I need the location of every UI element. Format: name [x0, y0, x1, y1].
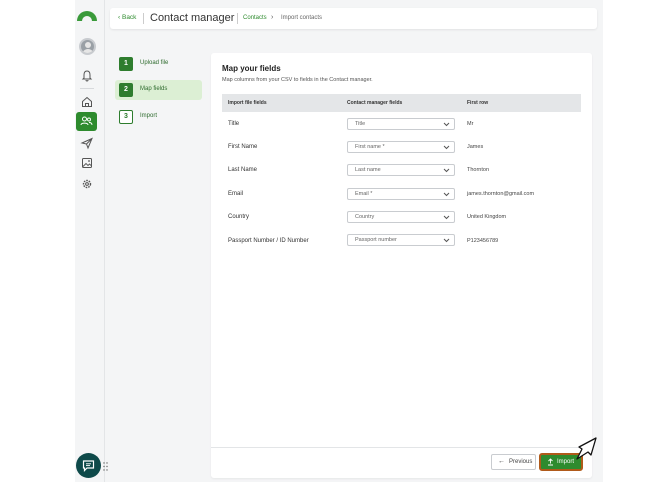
home-icon[interactable] [80, 95, 94, 109]
back-label: Back [121, 14, 137, 21]
avatar[interactable] [79, 38, 96, 55]
step-upload-file[interactable]: 1 Upload file [115, 54, 202, 74]
chevron-down-icon [443, 122, 450, 127]
import-field-label: Last Name [228, 167, 258, 173]
top-bar: ‹ Back Contact manager Contacts › Import… [110, 8, 597, 29]
select-value: Email * [355, 191, 373, 197]
send-icon[interactable] [80, 136, 94, 150]
import-field-label: Title [228, 121, 240, 127]
first-row-value: P123456789 [467, 238, 499, 244]
step-map-fields[interactable]: 2 Map fields [115, 80, 202, 100]
field-mapping-select[interactable]: Country [347, 211, 455, 223]
select-value: Country [355, 214, 375, 220]
title-divider [143, 13, 144, 24]
rail-divider [80, 88, 94, 89]
settings-icon[interactable] [80, 177, 94, 191]
chat-button[interactable] [76, 453, 101, 478]
contacts-icon[interactable] [76, 112, 97, 131]
field-mapping-select[interactable]: First name * [347, 141, 455, 153]
field-mapping-select[interactable]: Title [347, 118, 455, 130]
step-number: 2 [119, 83, 133, 97]
breadcrumb-current: Import contacts [281, 15, 323, 21]
first-row-value: Thornton [467, 167, 490, 173]
import-field-label: First Name [228, 144, 258, 150]
column-header: First row [467, 100, 489, 106]
arrow-left-icon: ← [498, 458, 505, 465]
field-mapping-select[interactable]: Email * [347, 188, 455, 200]
footer-divider [211, 447, 592, 448]
first-row-value: Mr [467, 121, 474, 127]
chevron-down-icon [443, 215, 450, 220]
chevron-down-icon [443, 238, 450, 243]
chevron-down-icon [443, 145, 450, 150]
logo-icon [77, 11, 97, 21]
column-header: Contact manager fields [347, 100, 403, 106]
import-label: Import [557, 459, 575, 465]
map-fields-panel: Map your fields Map columns from your CS… [211, 53, 592, 478]
back-link[interactable]: ‹ Back [118, 14, 136, 21]
bell-icon[interactable] [80, 69, 94, 83]
step-label: Upload file [140, 60, 169, 66]
select-value: Title [355, 121, 366, 127]
drag-handle-icon[interactable] [103, 462, 108, 471]
table-header: Import file fields Contact manager field… [222, 94, 581, 112]
import-field-label: Country [228, 214, 250, 220]
chevron-down-icon [443, 192, 450, 197]
import-field-label: Email [228, 191, 244, 197]
first-row-value: United Kingdom [467, 214, 507, 220]
field-mapping-select[interactable]: Passport number [347, 234, 455, 246]
page-title: Contact manager [150, 12, 235, 24]
first-row-value: James [467, 144, 484, 150]
breadcrumb-contacts[interactable]: Contacts [243, 15, 267, 21]
step-import[interactable]: 3 Import [115, 107, 202, 127]
step-label: Import [140, 113, 158, 119]
mouse-cursor-icon [576, 437, 597, 460]
select-value: Last name [355, 167, 381, 173]
select-value: Passport number [355, 237, 397, 243]
import-field-label: Passport Number / ID Number [228, 238, 309, 244]
panel-subtitle: Map columns from your CSV to fields in t… [222, 77, 373, 83]
previous-button[interactable]: ← Previous [491, 454, 536, 470]
previous-label: Previous [509, 459, 533, 465]
select-value: First name * [355, 144, 385, 150]
chevron-down-icon [443, 168, 450, 173]
step-number: 1 [119, 57, 133, 71]
upload-icon [548, 458, 553, 466]
chat-icon [82, 460, 95, 472]
column-header: Import file fields [228, 100, 267, 106]
field-mapping-select[interactable]: Last name [347, 164, 455, 176]
step-number: 3 [119, 110, 133, 124]
first-row-value: james.thornton@gmail.com [467, 191, 535, 197]
panel-title: Map your fields [222, 64, 281, 73]
step-label: Map fields [140, 86, 168, 92]
chevron-right-icon: › [271, 14, 274, 21]
breadcrumb-divider [237, 13, 238, 24]
image-icon[interactable] [80, 156, 94, 170]
